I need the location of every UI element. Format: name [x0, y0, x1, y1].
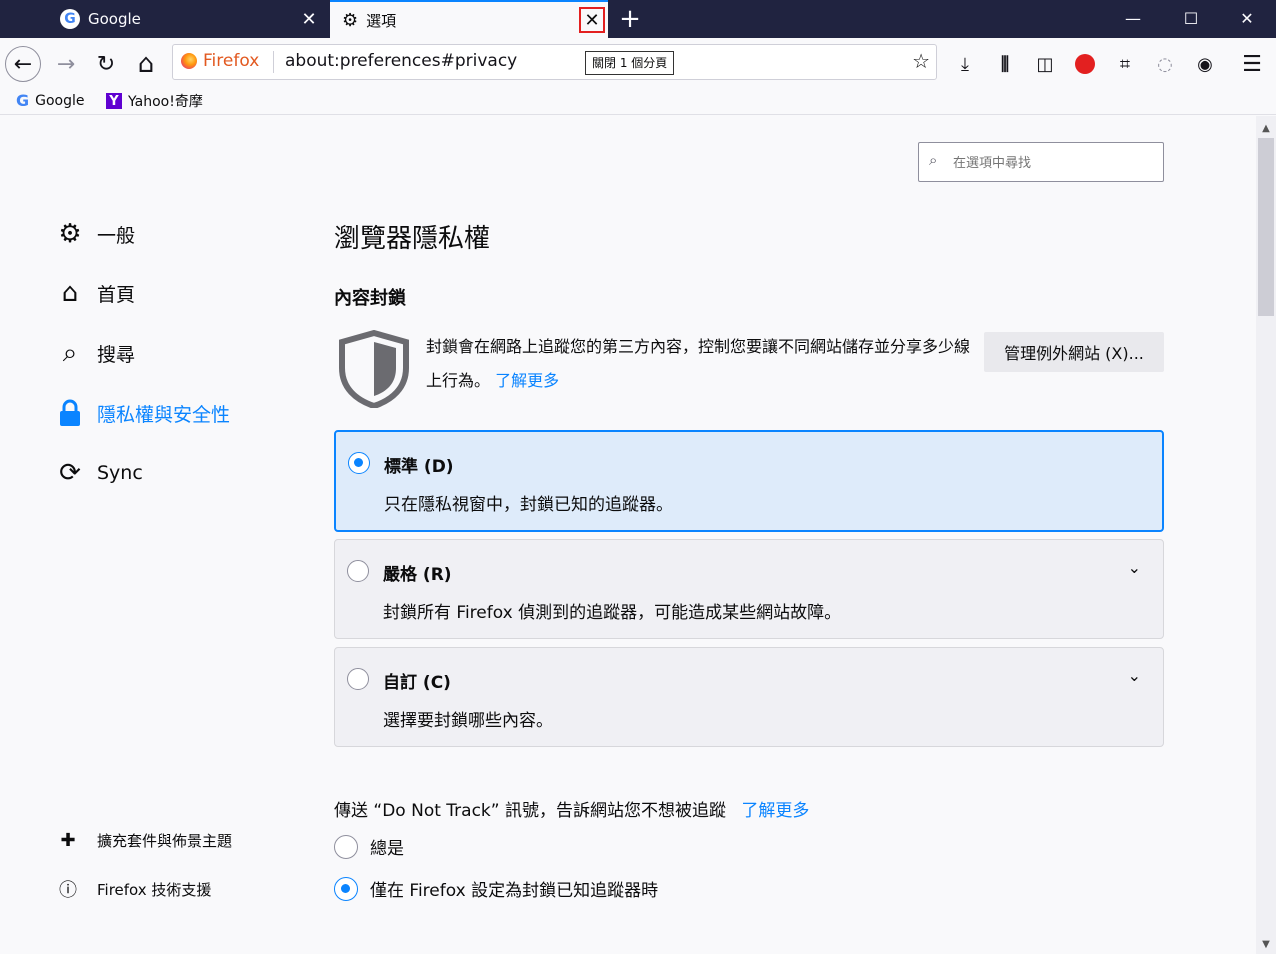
sidebar-item-label: 隱私權與安全性 [97, 403, 231, 426]
yahoo-icon: Y [106, 93, 122, 109]
sidebar-item-label: 首頁 [97, 283, 136, 306]
tab-close-icon[interactable]: ✕ [579, 7, 605, 33]
sidebar-item-support[interactable]: ⓘ Firefox 技術支援 [54, 873, 211, 905]
do-not-track-label: 傳送 “Do Not Track” 訊號，告訴網站您不想被追蹤 了解更多 [334, 796, 809, 821]
home-icon: ⌂ [61, 278, 79, 308]
sync-icon: ⟳ [59, 458, 81, 488]
sidebar-item-addons[interactable]: ✚ 擴充套件與佈景主題 [54, 824, 232, 856]
dnt-option-always[interactable]: 總是 [334, 834, 404, 859]
option-standard[interactable]: 標準 (D) 只在隱私視窗中，封鎖已知的追蹤器。 [334, 430, 1164, 532]
google-icon: G [16, 91, 30, 110]
scroll-down-icon[interactable]: ▼ [1258, 936, 1274, 952]
sidebar-item-label: Sync [97, 462, 143, 484]
chevron-down-icon[interactable]: ⌄ [1128, 666, 1141, 685]
search-icon: ⌕ [62, 337, 78, 368]
window-close-button[interactable]: ✕ [1218, 0, 1276, 36]
home-button[interactable]: ⌂ [128, 46, 164, 82]
radio-always[interactable] [334, 834, 358, 859]
tab-title: Google [88, 10, 141, 28]
tab-google[interactable]: G Google ✕ [48, 0, 330, 38]
minimize-button[interactable]: — [1104, 0, 1162, 36]
sidebar-item-search[interactable]: ⌕ 搜尋 [54, 337, 135, 369]
url-separator [273, 51, 274, 73]
library-icon[interactable]: ⫼ [991, 52, 1019, 76]
firefox-icon [181, 53, 197, 69]
identity-box[interactable]: Firefox [181, 51, 259, 71]
radio-blocking[interactable] [334, 876, 358, 901]
bookmark-label: Yahoo!奇摩 [128, 94, 203, 110]
maximize-button[interactable]: ☐ [1162, 0, 1220, 36]
radio-custom[interactable] [347, 668, 369, 690]
option-label: 嚴格 (R) [383, 565, 452, 585]
sidebar-item-general[interactable]: ⚙ 一般 [54, 218, 135, 250]
manage-exceptions-button[interactable]: 管理例外網站 (X)... [984, 332, 1164, 372]
reload-button[interactable]: ↻ [88, 46, 124, 82]
bookmark-google[interactable]: G Google [16, 91, 85, 110]
sidebar-icon[interactable]: ◫ [1031, 52, 1059, 76]
scrollbar-thumb[interactable] [1258, 138, 1274, 316]
dnt-option-blocking[interactable]: 僅在 Firefox 設定為封鎖已知追蹤器時 [334, 876, 658, 901]
navigation-toolbar: ← → ↻ ⌂ Firefox about:preferences#privac… [0, 38, 1276, 90]
scroll-up-icon[interactable]: ▲ [1258, 120, 1274, 136]
bookmark-star-icon[interactable]: ☆ [912, 49, 930, 73]
gear-icon: ⚙ [342, 9, 359, 31]
forward-button[interactable]: → [48, 46, 84, 82]
tab-title: 選項 [366, 11, 397, 30]
account-icon[interactable]: ◉ [1191, 52, 1219, 76]
option-strict[interactable]: 嚴格 (R) 封鎖所有 Firefox 偵測到的追蹤器，可能造成某些網站故障。 … [334, 539, 1164, 639]
option-label: 自訂 (C) [383, 673, 451, 693]
gear-icon: ⚙ [58, 219, 82, 249]
dnt-text: 傳送 “Do Not Track” 訊號，告訴網站您不想被追蹤 [334, 801, 726, 821]
sidebar-item-label: Firefox 技術支援 [97, 880, 212, 899]
sidebar-item-home[interactable]: ⌂ 首頁 [54, 277, 135, 309]
search-icon: ⌕ [929, 151, 938, 169]
adblock-icon[interactable] [1071, 52, 1099, 76]
option-label: 僅在 Firefox 設定為封鎖已知追蹤器時 [370, 881, 659, 901]
lock-icon [54, 397, 86, 429]
dnt-learn-more-link[interactable]: 了解更多 [741, 801, 809, 821]
option-label: 標準 (D) [384, 457, 454, 477]
sidebar-item-privacy[interactable]: 隱私權與安全性 [54, 397, 230, 429]
learn-more-link[interactable]: 了解更多 [495, 371, 559, 390]
new-tab-button[interactable]: + [614, 4, 646, 34]
option-label: 總是 [370, 839, 404, 859]
search-input[interactable] [951, 150, 1155, 176]
help-icon: ⓘ [59, 880, 77, 901]
sidebar-item-label: 一般 [97, 224, 136, 247]
back-button[interactable]: ← [5, 46, 41, 82]
crop-icon[interactable]: ⌗ [1111, 52, 1139, 76]
section-title: 內容封鎖 [334, 288, 406, 309]
bookmark-label: Google [35, 92, 85, 109]
puzzle-icon: ✚ [60, 829, 76, 851]
content-blocking-description: 封鎖會在網路上追蹤您的第三方內容，控制您要讓不同網站儲存並分享多少線上行為。 了… [426, 330, 974, 398]
option-description: 封鎖所有 Firefox 偵測到的追蹤器，可能造成某些網站故障。 [383, 603, 842, 623]
menu-icon[interactable]: ☰ [1238, 52, 1266, 77]
url-text[interactable]: about:preferences#privacy [285, 51, 517, 71]
radio-standard[interactable] [348, 452, 370, 474]
close-tab-badge: 關閉 1 個分頁 [585, 51, 675, 75]
option-description: 選擇要封鎖哪些內容。 [383, 711, 553, 731]
option-description: 只在隱私視窗中，封鎖已知的追蹤器。 [384, 495, 673, 515]
tab-options[interactable]: ⚙ 選項 ✕ [330, 0, 608, 38]
google-favicon-icon: G [60, 9, 80, 29]
download-icon[interactable]: ⤓ [951, 52, 979, 76]
option-custom[interactable]: 自訂 (C) 選擇要封鎖哪些內容。 ⌄ [334, 647, 1164, 747]
chevron-down-icon[interactable]: ⌄ [1128, 558, 1141, 577]
bookmark-yahoo[interactable]: Y Yahoo!奇摩 [106, 91, 203, 111]
preferences-search[interactable]: ⌕ [918, 142, 1164, 182]
tab-close-icon[interactable]: ✕ [296, 6, 322, 32]
extension-icon[interactable]: ◌ [1151, 52, 1179, 76]
sidebar-item-label: 擴充套件與佈景主題 [97, 831, 233, 850]
radio-strict[interactable] [347, 560, 369, 582]
title-bar: G Google ✕ ⚙ 選項 ✕ + — ☐ ✕ [0, 0, 1276, 38]
bookmarks-toolbar: G Google Y Yahoo!奇摩 [0, 88, 1276, 115]
shield-icon [339, 330, 409, 408]
sidebar-item-sync[interactable]: ⟳ Sync [54, 457, 143, 489]
identity-label: Firefox [203, 51, 260, 71]
url-bar[interactable]: Firefox about:preferences#privacy 關閉 1 個… [172, 44, 937, 80]
sidebar-item-label: 搜尋 [97, 343, 136, 366]
page-title: 瀏覽器隱私權 [334, 224, 491, 254]
